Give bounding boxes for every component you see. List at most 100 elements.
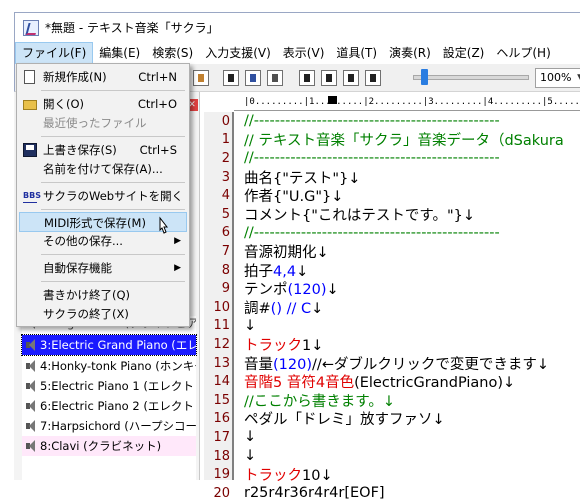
file-menu-dropdown: 新規作成(N) Ctrl+N 開く(O) Ctrl+O 最近使ったファイル 上書…: [16, 63, 190, 327]
code-line[interactable]: 2 //-------------------------------------…: [204, 149, 500, 168]
edit-lines-icon[interactable]: [245, 70, 261, 86]
code-line[interactable]: 3 曲名{"テスト"}↓: [204, 168, 361, 187]
code-token: ペダル「ドレミ」放すファソ↓: [244, 412, 445, 429]
code-line[interactable]: 17 ↓: [204, 428, 256, 447]
slider-thumb[interactable]: [421, 69, 428, 85]
menu-settings[interactable]: 設定(Z): [437, 42, 491, 64]
stop-icon[interactable]: [343, 70, 359, 86]
menu-tools[interactable]: 道具(T): [330, 42, 383, 64]
code-line[interactable]: 18 ↓: [204, 447, 256, 466]
code-token: 音量: [244, 356, 273, 373]
menu-item-new[interactable]: 新規作成(N) Ctrl+N: [19, 67, 187, 87]
submenu-arrow-icon: ▶: [174, 236, 181, 246]
list-item[interactable]: 7:Harpsichord (ハープシコード: [22, 416, 196, 436]
list-item[interactable]: 8:Clavi (クラビネット): [22, 436, 196, 456]
menu-file[interactable]: ファイル(F): [15, 42, 94, 64]
menu-item-autosave[interactable]: 自動保存機能 ▶: [19, 258, 187, 278]
menu-item-quit-draft[interactable]: 書きかけ終了(Q): [19, 285, 187, 305]
app-icon[interactable]: [23, 19, 39, 36]
code-token: ↓: [311, 300, 324, 317]
code-token: 4,4: [273, 263, 297, 280]
code-line[interactable]: 12 トラック1↓: [204, 335, 323, 354]
code-line[interactable]: 13 音量(120)//←ダブルクリックで変更できます↓: [204, 354, 549, 373]
menu-edit[interactable]: 編集(E): [93, 42, 146, 64]
code-line[interactable]: 4 作者{"U.G"}↓: [204, 186, 344, 205]
code-token: (ElectricGrandPiano): [354, 375, 504, 392]
submenu-arrow-icon: ▶: [174, 263, 181, 273]
line-number: 6: [221, 225, 230, 241]
piano-keys-icon[interactable]: [223, 70, 239, 86]
track-label: 5:Electric Piano 1 (エレクトリッ: [40, 379, 196, 393]
clipboard-icon[interactable]: [193, 70, 209, 86]
code-token: コメント{"これはテストです。"}↓: [244, 207, 475, 224]
line-number: 9: [221, 281, 230, 297]
code-line[interactable]: 10 調#() // C↓: [204, 298, 323, 317]
menu-play[interactable]: 演奏(R): [383, 42, 437, 64]
code-line[interactable]: 8 拍子4,4↓: [204, 261, 309, 280]
code-token: 拍子: [244, 263, 273, 280]
code-line[interactable]: 7 音源初期化↓: [204, 242, 329, 261]
code-line[interactable]: 9 テンポ(120)↓: [204, 279, 339, 298]
line-number: 12: [213, 336, 230, 352]
play-icon[interactable]: [321, 70, 337, 86]
play-from-start-icon[interactable]: [299, 70, 315, 86]
menu-help[interactable]: ヘルプ(H): [490, 42, 556, 64]
line-number: 17: [213, 429, 230, 445]
track-label: 3:Electric Grand Piano (エレク: [40, 338, 196, 352]
code-line[interactable]: 14 音階5 音符4音色(ElectricGrandPiano)↓: [204, 372, 515, 391]
speaker-icon: [25, 380, 37, 392]
code-token: 音階5: [244, 375, 287, 392]
mouse-cursor-icon: [159, 216, 169, 234]
track-list: 2:Bright Piano (ブライトピア 3:Electric Grand …: [21, 316, 197, 480]
line-number: 18: [213, 448, 230, 464]
menu-item-open[interactable]: 開く(O) Ctrl+O: [19, 94, 187, 114]
code-text: ペダル「ドレミ」放すファソ↓: [234, 408, 445, 429]
code-token: r25r4r36r4r4r[EOF]: [244, 485, 385, 502]
code-text: コメント{"これはテストです。"}↓: [234, 204, 475, 225]
window-title: *無題 - テキスト音楽「サクラ」: [45, 21, 219, 35]
line-number: 10: [213, 299, 230, 315]
code-token: //←ダブルクリックで変更できます↓: [312, 356, 550, 373]
menu-item-save[interactable]: 上書き保存(S) Ctrl+S: [19, 140, 187, 160]
menu-divider: [41, 90, 185, 91]
code-line[interactable]: 19 トラック10↓: [204, 465, 332, 484]
menu-item-save-as[interactable]: 名前を付けて保存(A)...: [19, 159, 187, 179]
code-line[interactable]: 6 //-------------------------------------…: [204, 224, 500, 243]
code-token: 音色: [325, 375, 355, 392]
rewind-icon[interactable]: [365, 70, 381, 86]
code-line[interactable]: 5 コメント{"これはテストです。"}↓: [204, 205, 475, 224]
menu-search[interactable]: 検索(S): [146, 42, 199, 64]
playback-slider[interactable]: [413, 75, 529, 80]
code-line[interactable]: 20 r25r4r36r4r4r[EOF]: [204, 484, 385, 503]
list-item[interactable]: 5:Electric Piano 1 (エレクトリッ: [22, 376, 196, 396]
code-token: (120): [287, 282, 327, 299]
code-token: 音源初期化↓: [244, 244, 329, 261]
list-item[interactable]: 4:Honky-tonk Piano (ホンキー: [22, 356, 196, 376]
code-text: ↓: [234, 429, 256, 445]
column-ruler: |0.........|1.........|2.........|3.....…: [234, 93, 580, 111]
code-line[interactable]: 16 ペダル「ドレミ」放すファソ↓: [204, 408, 445, 429]
menu-view[interactable]: 表示(V): [277, 42, 331, 64]
zoom-select[interactable]: 100% ▼: [535, 68, 580, 88]
menu-input-assist[interactable]: 入力支援(V): [199, 42, 277, 64]
list-item[interactable]: 6:Electric Piano 2 (エレクトリッ: [22, 396, 196, 416]
menu-item-quit[interactable]: サクラの終了(X): [19, 304, 187, 324]
code-line[interactable]: 1 // テキスト音楽「サクラ」音楽データ（dSakura: [204, 131, 564, 149]
line-number: 11: [213, 318, 230, 334]
code-line[interactable]: 11 ↓: [204, 317, 256, 336]
code-token: ↓: [326, 282, 339, 299]
code-line[interactable]: 15 //ここから書きます。↓: [204, 391, 395, 410]
waveform-icon[interactable]: [267, 70, 283, 86]
code-token: //ここから書きます。↓: [244, 393, 395, 410]
list-item[interactable]: 3:Electric Grand Piano (エレク: [21, 334, 197, 356]
speaker-icon: [25, 440, 37, 452]
line-number: 5: [221, 206, 230, 222]
code-token: 音符4: [286, 375, 326, 392]
menu-divider: [41, 281, 185, 282]
code-line[interactable]: 0 //-------------------------------------…: [204, 112, 500, 131]
menu-item-website[interactable]: BBS サクラのWebサイトを開く: [19, 186, 187, 206]
ruler-caret-marker: [328, 96, 337, 104]
line-number: 1: [221, 132, 230, 148]
line-number: 7: [221, 243, 230, 259]
code-token: (120): [273, 356, 312, 373]
